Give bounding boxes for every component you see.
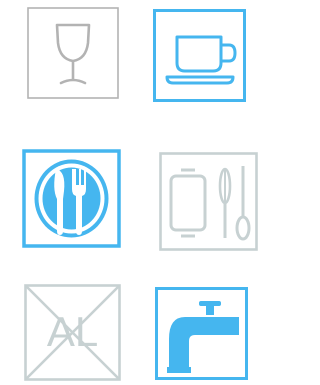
water-tap-icon (155, 287, 248, 380)
cup-and-saucer-icon (153, 9, 246, 102)
plate-fork-knife-tile (22, 149, 121, 248)
no-aluminum-label: AL (47, 308, 98, 355)
no-aluminum-icon: AL (24, 284, 121, 381)
no-aluminum-tile: AL (24, 284, 121, 381)
plate-fork-knife-icon (22, 149, 121, 248)
baking-tray-utensils-tile (159, 152, 258, 251)
water-tap-tile (155, 287, 248, 380)
food-safe-glass-tile (27, 7, 119, 99)
food-safe-glass-icon (27, 7, 119, 99)
baking-tray-utensils-icon (159, 152, 258, 251)
cup-and-saucer-tile (153, 9, 246, 102)
